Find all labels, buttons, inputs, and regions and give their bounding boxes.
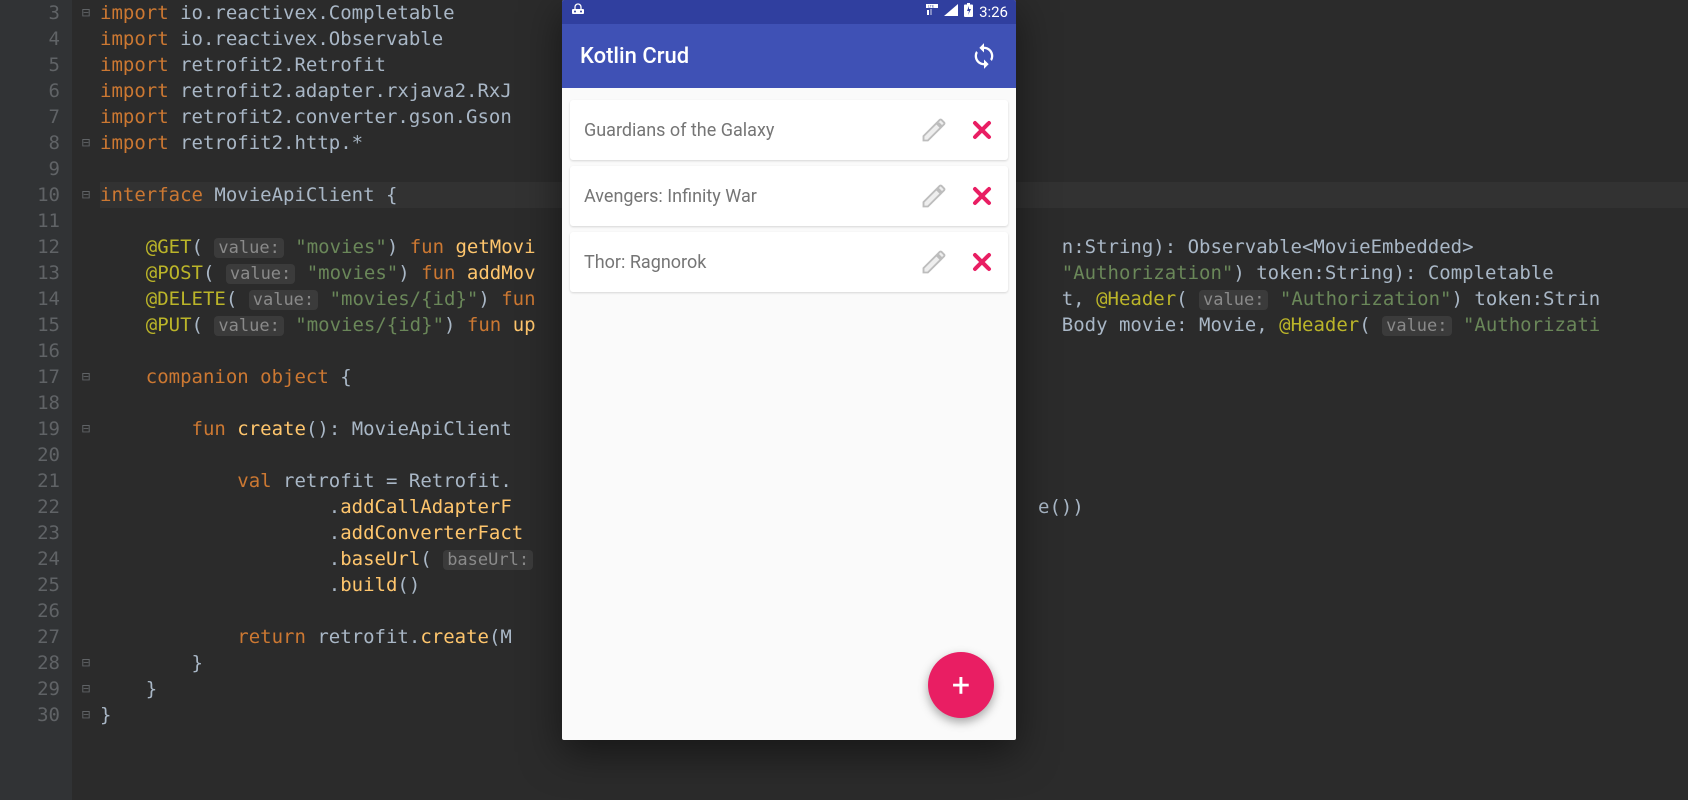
line-number: 18 — [0, 390, 60, 416]
fold-marker — [72, 546, 100, 572]
delete-icon[interactable] — [970, 250, 994, 274]
line-number: 30 — [0, 702, 60, 728]
network-icon: LTE — [926, 4, 938, 20]
fold-marker — [72, 468, 100, 494]
fold-marker[interactable]: ⊟ — [72, 416, 100, 442]
line-number: 19 — [0, 416, 60, 442]
line-number: 6 — [0, 78, 60, 104]
delete-icon[interactable] — [970, 184, 994, 208]
svg-text:LTE: LTE — [928, 5, 935, 9]
line-number: 16 — [0, 338, 60, 364]
line-number: 9 — [0, 156, 60, 182]
line-number: 17 — [0, 364, 60, 390]
line-number: 27 — [0, 624, 60, 650]
fold-marker — [72, 260, 100, 286]
line-number: 12 — [0, 234, 60, 260]
line-number: 28 — [0, 650, 60, 676]
line-number: 8 — [0, 130, 60, 156]
fold-marker — [72, 52, 100, 78]
line-number: 5 — [0, 52, 60, 78]
line-number: 26 — [0, 598, 60, 624]
android-status-bar: LTE 3:26 — [562, 0, 1016, 24]
line-number: 3 — [0, 0, 60, 26]
debug-icon — [570, 3, 586, 21]
fold-marker[interactable]: ⊟ — [72, 676, 100, 702]
fold-marker — [72, 78, 100, 104]
line-number-gutter: 3456789101112131415161718192021222324252… — [0, 0, 72, 800]
line-number: 21 — [0, 468, 60, 494]
movie-title: Thor: Ragnorok — [584, 252, 920, 273]
fold-marker — [72, 104, 100, 130]
plus-icon: + — [952, 666, 970, 704]
fold-marker — [72, 338, 100, 364]
line-number: 15 — [0, 312, 60, 338]
fold-marker — [72, 390, 100, 416]
fold-marker[interactable]: ⊟ — [72, 364, 100, 390]
fold-marker — [72, 208, 100, 234]
fold-marker — [72, 234, 100, 260]
edit-icon[interactable] — [920, 248, 948, 276]
status-time: 3:26 — [979, 3, 1008, 21]
line-number: 7 — [0, 104, 60, 130]
fold-marker — [72, 442, 100, 468]
line-number: 24 — [0, 546, 60, 572]
battery-charging-icon — [964, 3, 973, 21]
fold-marker — [72, 26, 100, 52]
refresh-button[interactable] — [970, 42, 998, 70]
fold-marker[interactable]: ⊟ — [72, 182, 100, 208]
line-number: 11 — [0, 208, 60, 234]
line-number: 20 — [0, 442, 60, 468]
fold-marker — [72, 598, 100, 624]
app-title: Kotlin Crud — [580, 44, 689, 69]
fold-marker — [72, 494, 100, 520]
line-number: 23 — [0, 520, 60, 546]
fold-column[interactable]: ⊟⊟⊟⊟⊟⊟⊟⊟ — [72, 0, 100, 800]
line-number: 13 — [0, 260, 60, 286]
movie-list[interactable]: Guardians of the Galaxy Avengers: Infinit… — [562, 88, 1016, 304]
fold-marker — [72, 156, 100, 182]
fold-marker — [72, 312, 100, 338]
fold-marker[interactable]: ⊟ — [72, 650, 100, 676]
fold-marker[interactable]: ⊟ — [72, 702, 100, 728]
line-number: 29 — [0, 676, 60, 702]
edit-icon[interactable] — [920, 116, 948, 144]
line-number: 25 — [0, 572, 60, 598]
app-bar: Kotlin Crud — [562, 24, 1016, 88]
fold-marker — [72, 624, 100, 650]
movie-card[interactable]: Thor: Ragnorok — [570, 232, 1008, 292]
line-number: 22 — [0, 494, 60, 520]
line-number: 10 — [0, 182, 60, 208]
fold-marker — [72, 286, 100, 312]
line-number: 4 — [0, 26, 60, 52]
fold-marker[interactable]: ⊟ — [72, 130, 100, 156]
fold-marker — [72, 572, 100, 598]
add-movie-fab[interactable]: + — [928, 652, 994, 718]
movie-title: Guardians of the Galaxy — [584, 120, 920, 141]
fold-marker[interactable]: ⊟ — [72, 0, 100, 26]
movie-card[interactable]: Guardians of the Galaxy — [570, 100, 1008, 160]
android-device-frame: LTE 3:26 Kotlin Crud Guardians of the Ga… — [562, 0, 1016, 740]
edit-icon[interactable] — [920, 182, 948, 210]
movie-title: Avengers: Infinity War — [584, 186, 920, 207]
signal-icon — [944, 4, 958, 20]
movie-card[interactable]: Avengers: Infinity War — [570, 166, 1008, 226]
delete-icon[interactable] — [970, 118, 994, 142]
fold-marker — [72, 520, 100, 546]
line-number: 14 — [0, 286, 60, 312]
